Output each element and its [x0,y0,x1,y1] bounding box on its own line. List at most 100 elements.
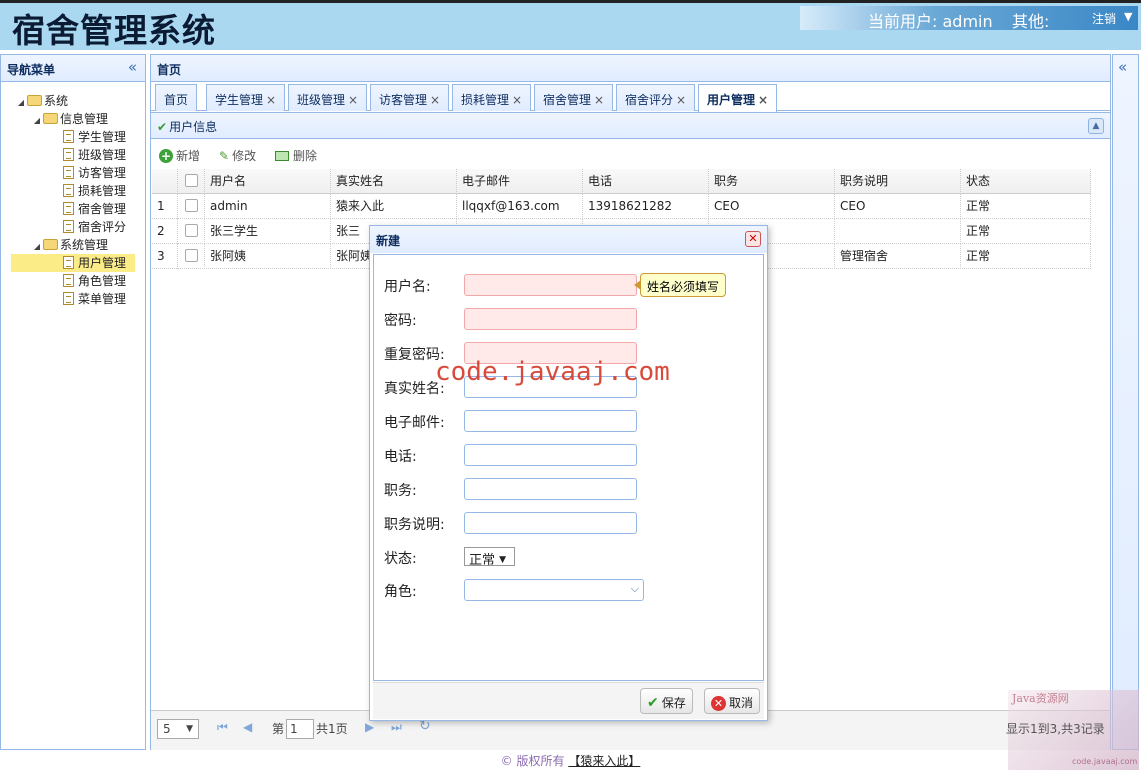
logout-link[interactable]: 注销 [1092,10,1116,27]
expand-triangle-icon[interactable]: ◢ [15,94,27,112]
sidebar-item-class[interactable]: 班级管理 [63,146,126,164]
table-cell: 正常 [961,194,1091,219]
column-header[interactable]: 真实姓名 [331,169,457,194]
delete-button[interactable]: 删除 [275,147,317,164]
tree-node-info-management[interactable]: ◢ 信息管理 [31,110,108,128]
row-checkbox[interactable] [178,194,205,219]
status-select[interactable]: 正常 ▼ [464,547,515,568]
column-header[interactable]: 职务 [709,169,835,194]
tree-label: 宿舍管理 [78,202,127,216]
table-row[interactable]: 1 admin 猿来入此 llqqxf@163.com 13918621282 … [152,194,1091,219]
cancel-button[interactable]: ✕ 取消 [704,688,761,714]
close-icon[interactable]: ✕ [745,231,761,247]
tab-loss[interactable]: 损耗管理 × [452,84,532,111]
checkbox[interactable] [185,249,198,262]
username-input[interactable] [464,274,637,296]
document-icon [63,220,74,233]
tab-dorm[interactable]: 宿舍管理 × [534,84,614,111]
tab-student[interactable]: 学生管理 × [206,84,286,111]
first-page-icon[interactable]: ⏮ [217,720,228,735]
sidebar-item-menu[interactable]: 菜单管理 [63,290,126,308]
sidebar-item-visitor[interactable]: 访客管理 [63,164,126,182]
add-label: 新增 [176,149,201,163]
double-chevron-left-icon[interactable]: « [128,58,137,76]
column-header[interactable]: 电话 [583,169,709,194]
save-label: 保存 [661,696,686,710]
edit-button[interactable]: ✎ 修改 [219,147,256,164]
email-input[interactable] [464,410,637,432]
close-icon[interactable]: × [758,93,768,107]
chevron-down-icon: ▼ [499,555,507,565]
double-chevron-left-icon[interactable]: « [1118,58,1127,76]
password-input[interactable] [464,308,637,330]
corner-watermark-site: code.javaaj.com [1072,757,1138,766]
sidebar-item-user[interactable]: 用户管理 [11,254,135,272]
tree-label: 班级管理 [78,148,127,162]
email-label: 电子邮件: [384,415,445,431]
sidebar-item-dorm[interactable]: 宿舍管理 [63,200,126,218]
row-checkbox[interactable] [178,219,205,244]
add-button[interactable]: + 新增 [159,147,200,164]
tree-label: 信息管理 [60,112,109,126]
page-number-input[interactable]: 1 [286,719,314,739]
position-desc-input[interactable] [464,512,637,534]
close-icon[interactable]: × [676,93,686,107]
tab-user[interactable]: 用户管理 × [698,84,778,112]
tree-label: 学生管理 [78,130,127,144]
column-header[interactable]: 用户名 [205,169,331,194]
next-page-icon[interactable]: ▶ [365,720,374,734]
column-header[interactable]: 状态 [961,169,1091,194]
sidebar-item-role[interactable]: 角色管理 [63,272,126,290]
column-header[interactable]: 电子邮件 [457,169,583,194]
tree-node-system-management[interactable]: ◢ 系统管理 [31,236,108,254]
tab-class[interactable]: 班级管理 × [288,84,368,111]
close-icon[interactable]: × [594,93,604,107]
phone-input[interactable] [464,444,637,466]
copyright-link[interactable]: 【猿来入此】 [568,754,640,768]
username-label: 用户名: [384,279,431,295]
table-cell: 张阿姨 [205,244,331,269]
right-collapsed-panel[interactable]: « [1112,54,1139,750]
password-label: 密码: [384,313,417,329]
last-page-icon[interactable]: ⏭ [391,720,402,735]
close-icon[interactable]: × [430,93,440,107]
validation-tooltip: 姓名必须填写 [633,273,727,297]
chevron-down-icon[interactable]: ⌵ [631,582,639,596]
save-button[interactable]: ✔ 保存 [640,688,693,714]
checkbox[interactable] [185,224,198,237]
sidebar-item-student[interactable]: 学生管理 [63,128,126,146]
tree-label: 宿舍评分 [78,220,127,234]
expand-triangle-icon[interactable]: ◢ [31,112,43,130]
checkbox[interactable] [185,199,198,212]
position-label: 职务: [384,483,417,499]
tree-label: 访客管理 [78,166,127,180]
close-icon[interactable]: × [266,93,276,107]
prev-page-icon[interactable]: ◀ [243,720,252,734]
column-header[interactable]: 职务说明 [835,169,961,194]
panel-collapse-icon[interactable]: ▲ [1088,118,1104,134]
chevron-down-icon[interactable]: ▼ [1124,10,1132,23]
sidebar-item-dorm-score[interactable]: 宿舍评分 [63,218,126,236]
tab-bar: 首页 学生管理 × 班级管理 × 访客管理 × 损耗管理 × 宿舍管理 × 宿舍评分 × 用… [151,82,1110,112]
close-icon[interactable]: × [512,93,522,107]
table-cell: CEO [709,194,835,219]
select-all-checkbox[interactable] [178,169,205,194]
row-checkbox[interactable] [178,244,205,269]
sidebar-header: 导航菜单 « [1,55,145,82]
plus-icon: + [159,149,173,163]
tab-label: 损耗管理 [461,93,510,107]
table-cell: admin [205,194,331,219]
role-combobox[interactable]: ⌵ [464,579,644,601]
tab-dorm-score[interactable]: 宿舍评分 × [616,84,696,111]
checkbox[interactable] [185,174,198,187]
close-icon[interactable]: × [348,93,358,107]
table-cell [835,219,961,244]
tab-visitor[interactable]: 访客管理 × [370,84,450,111]
tab-home[interactable]: 首页 [155,84,198,111]
position-input[interactable] [464,478,637,500]
sidebar-item-loss[interactable]: 损耗管理 [63,182,126,200]
page-size-select[interactable]: 5 ▼ [157,719,199,739]
tree-node-root[interactable]: ◢ 系统 [15,92,68,110]
table-cell: 正常 [961,219,1091,244]
panel-title: 用户信息 [169,120,218,134]
